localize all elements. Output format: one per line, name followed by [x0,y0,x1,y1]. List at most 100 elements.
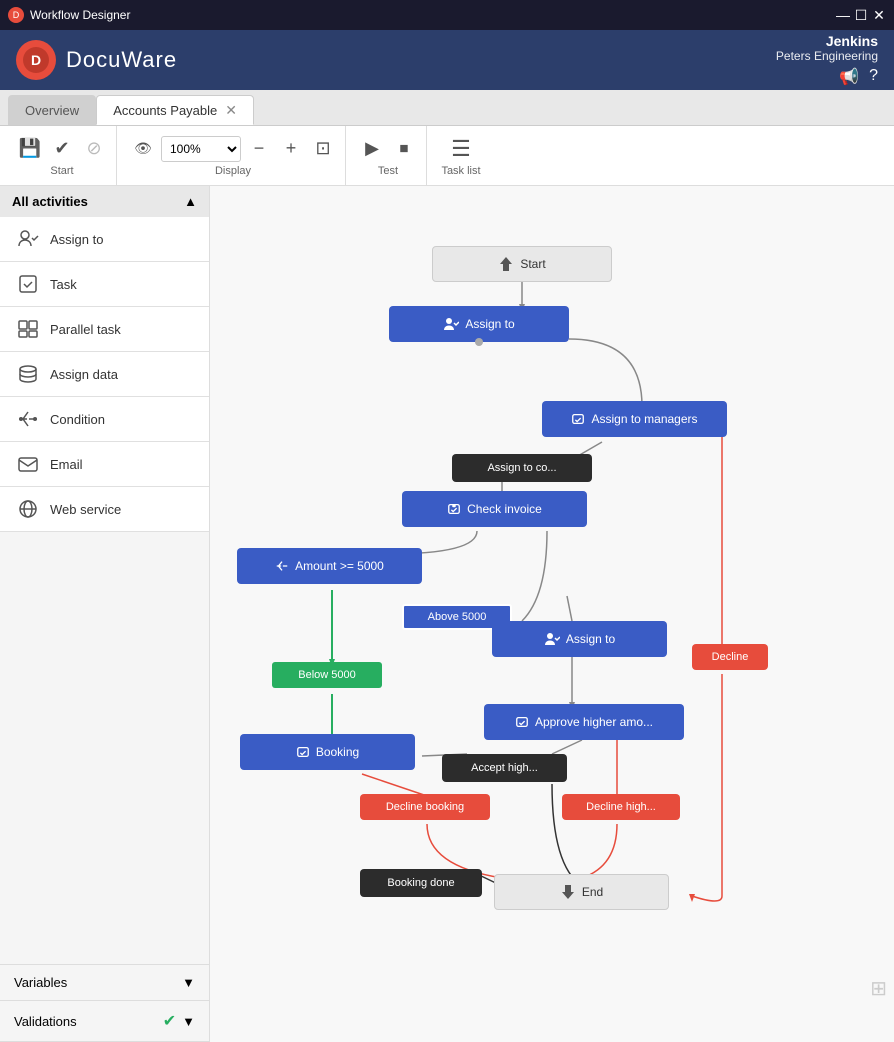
node-check-invoice-label: Check invoice [467,502,542,516]
node-amount-condition[interactable]: Amount >= 5000 [237,548,422,584]
node-booking-done[interactable]: Booking done [360,869,482,897]
close-button[interactable]: ✕ [872,8,886,22]
node-check-invoice[interactable]: Check invoice [402,491,587,527]
node-assign-to-1-label: Assign to [465,317,514,331]
brand-logo: D [16,40,56,80]
node-assign-co-label: Assign to co... [487,462,556,474]
node-assign-to-2[interactable]: Assign to [492,621,667,657]
node-booking-label: Booking [316,745,359,759]
grid-indicator: ⊞ [870,976,887,1001]
titlebar-controls[interactable]: — ☐ ✕ [836,8,886,22]
node-above-5000-label: Above 5000 [428,611,487,623]
app-logo-icon: D [8,7,24,23]
task-icon [16,272,40,296]
sidebar-item-task[interactable]: Task [0,262,209,307]
toolbar-group-display: 👁 100% 75% 50% 150% − + ⊡ Display [121,126,346,185]
zoom-in-button[interactable]: + [277,135,305,163]
tab-close-icon[interactable]: ✕ [225,102,237,119]
toolbar-display-icons: 👁 100% 75% 50% 150% − + ⊡ [129,135,337,163]
sidebar-label-assign-to: Assign to [50,232,103,247]
user-name: Jenkins [776,33,878,49]
sidebar-validations[interactable]: Validations ✔ ▼ [0,1001,209,1042]
tab-active-label: Accounts Payable [113,103,217,118]
app-title: Workflow Designer [30,8,130,22]
node-end[interactable]: End [494,874,669,910]
sidebar-label-task: Task [50,277,77,292]
node-assign-co[interactable]: Assign to co... [452,454,592,482]
node-decline-high[interactable]: Decline high... [562,794,680,820]
variables-label: Variables [14,975,67,990]
node-below-5000-label: Below 5000 [298,669,356,681]
titlebar: D Workflow Designer — ☐ ✕ [0,0,894,30]
fit-button[interactable]: ⊡ [309,135,337,163]
assign-data-icon [16,362,40,386]
validations-ok-icon: ✔ [163,1011,176,1031]
announce-icon[interactable]: 📢 [839,67,859,87]
cancel-button[interactable]: ⊘ [80,135,108,163]
sidebar-label-condition: Condition [50,412,105,427]
sidebar-label-email: Email [50,457,83,472]
validations-label: Validations [14,1014,77,1029]
toolbar-tasklist-label: Task list [441,165,480,177]
validate-button[interactable]: ✔ [48,135,76,163]
user-org: Peters Engineering [776,49,878,63]
minimize-button[interactable]: — [836,8,850,22]
zoom-select[interactable]: 100% 75% 50% 150% [161,136,241,162]
stop-button[interactable]: ⏹ [390,135,418,163]
validations-expand-icon: ▼ [182,1014,195,1029]
node-decline-booking[interactable]: Decline booking [360,794,490,820]
toolbar-test-label: Test [378,165,398,177]
sidebar-item-email[interactable]: Email [0,442,209,487]
mask-button[interactable]: 👁 [129,135,157,163]
node-below-5000[interactable]: Below 5000 [272,662,382,688]
sidebar-item-assign-data[interactable]: Assign data [0,352,209,397]
node-assign-to-1[interactable]: Assign to [389,306,569,342]
condition-icon [16,407,40,431]
variables-expand-icon: ▼ [182,975,195,990]
sidebar: All activities ▲ Assign to Task Parallel… [0,186,210,1042]
node-booking[interactable]: Booking [240,734,415,770]
node-start-label: Start [520,257,545,271]
tasklist-button[interactable]: ☰ [447,135,475,163]
titlebar-left: D Workflow Designer [8,7,130,23]
node-decline-right[interactable]: Decline [692,644,768,670]
node-end-label: End [582,885,603,899]
sidebar-item-condition[interactable]: Condition [0,397,209,442]
tab-accounts-payable[interactable]: Accounts Payable ✕ [96,95,254,125]
toolbar-start-icons: 💾 ✔ ⊘ [16,135,108,163]
workflow-canvas[interactable]: Start Assign to Assign to managers Assig… [210,186,894,1042]
maximize-button[interactable]: ☐ [854,8,868,22]
sidebar-label-web-service: Web service [50,502,121,517]
sidebar-collapse-icon: ▲ [184,194,197,209]
help-icon[interactable]: ? [869,67,878,87]
tab-overview[interactable]: Overview [8,95,96,125]
svg-text:D: D [31,52,41,68]
sidebar-item-parallel-task[interactable]: Parallel task [0,307,209,352]
toolbar-group-start: 💾 ✔ ⊘ Start [8,126,117,185]
save-button[interactable]: 💾 [16,135,44,163]
node-assign-managers[interactable]: Assign to managers [542,401,727,437]
node-accept-high-label: Accept high... [471,762,538,774]
main-area: All activities ▲ Assign to Task Parallel… [0,186,894,1042]
sidebar-section-all-activities[interactable]: All activities ▲ [0,186,209,217]
node-booking-done-label: Booking done [387,877,454,889]
parallel-task-icon [16,317,40,341]
sidebar-item-web-service[interactable]: Web service [0,487,209,532]
sidebar-label-parallel-task: Parallel task [50,322,121,337]
sidebar-bottom: Variables ▼ Validations ✔ ▼ [0,964,209,1042]
tabs: Overview Accounts Payable ✕ [0,90,894,126]
toolbar-group-test: ▶ ⏹ Test [350,126,427,185]
play-button[interactable]: ▶ [358,135,386,163]
node-approve-higher-label: Approve higher amo... [535,715,653,729]
sidebar-item-assign-to[interactable]: Assign to [0,217,209,262]
node-accept-high[interactable]: Accept high... [442,754,567,782]
zoom-out-button[interactable]: − [245,135,273,163]
validations-left: Validations [14,1014,77,1029]
node-amount-label: Amount >= 5000 [295,559,384,573]
node-assign-to-2-label: Assign to [566,632,615,646]
node-approve-higher[interactable]: Approve higher amo... [484,704,684,740]
header: D DocuWare Jenkins Peters Engineering 📢 … [0,30,894,90]
node-start[interactable]: Start [432,246,612,282]
sidebar-variables[interactable]: Variables ▼ [0,965,209,1001]
user-info: Jenkins Peters Engineering 📢 ? [776,33,878,87]
